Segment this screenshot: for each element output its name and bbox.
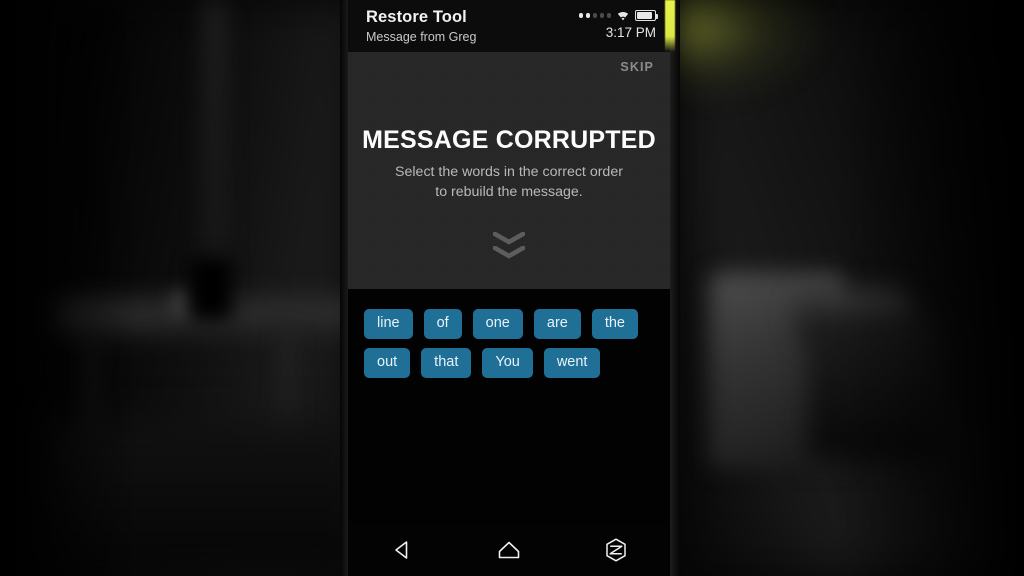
- status-clock: 3:17 PM: [605, 25, 656, 40]
- word-tray: line of one are the out that You went: [348, 289, 670, 524]
- phone-device: Restore Tool Message from Greg 3:17 PM S…: [340, 0, 680, 576]
- home-outline-icon[interactable]: [481, 530, 537, 570]
- bg-table-object-highlight: [172, 290, 190, 316]
- battery-icon: [635, 10, 659, 21]
- word-chip[interactable]: are: [533, 309, 581, 339]
- back-triangle-icon[interactable]: [374, 530, 430, 570]
- phone-bezel-left: [340, 0, 348, 576]
- word-chip[interactable]: went: [543, 348, 601, 378]
- app-subtitle: Message from Greg: [366, 30, 477, 44]
- word-chip[interactable]: out: [364, 348, 411, 378]
- panel-instructions: Select the words in the correct order to…: [348, 162, 670, 202]
- android-nav-bar: [348, 524, 670, 576]
- signal-dots-icon: [578, 13, 611, 18]
- bg-yellow-glow: [676, 0, 826, 100]
- bg-vignette-right: [834, 0, 1024, 576]
- word-chip[interactable]: of: [423, 309, 462, 339]
- app-header: Restore Tool Message from Greg 3:17 PM: [348, 0, 670, 52]
- panel-instructions-line2: to rebuild the message.: [435, 184, 583, 200]
- word-chip[interactable]: line: [364, 309, 413, 339]
- status-bar: 3:17 PM: [578, 4, 659, 41]
- panel-instructions-line1: Select the words in the correct order: [395, 164, 623, 180]
- word-chip[interactable]: You: [482, 348, 533, 378]
- word-chip[interactable]: one: [472, 309, 523, 339]
- panel-title: MESSAGE CORRUPTED: [362, 126, 656, 154]
- word-chip[interactable]: that: [421, 348, 472, 378]
- app-title: Restore Tool: [366, 8, 467, 26]
- word-chip[interactable]: the: [591, 309, 639, 339]
- header-text-block: Restore Tool Message from Greg: [366, 4, 476, 45]
- skip-button[interactable]: SKIP: [620, 60, 654, 74]
- phone-bezel-right: [670, 0, 680, 576]
- message-panel: SKIP MESSAGE CORRUPTED Select the words …: [348, 52, 670, 289]
- recents-hexagon-icon[interactable]: [588, 530, 644, 570]
- phone-edge-light: [665, 0, 675, 52]
- bg-table-object: [190, 258, 232, 320]
- phone-screen: Restore Tool Message from Greg 3:17 PM S…: [348, 0, 670, 576]
- wifi-icon: [617, 11, 629, 21]
- double-chevron-down-icon[interactable]: [348, 232, 670, 259]
- status-icon-group: [578, 9, 659, 22]
- bg-vignette-left: [0, 0, 140, 576]
- word-chip-list: line of one are the out that You went: [364, 309, 656, 378]
